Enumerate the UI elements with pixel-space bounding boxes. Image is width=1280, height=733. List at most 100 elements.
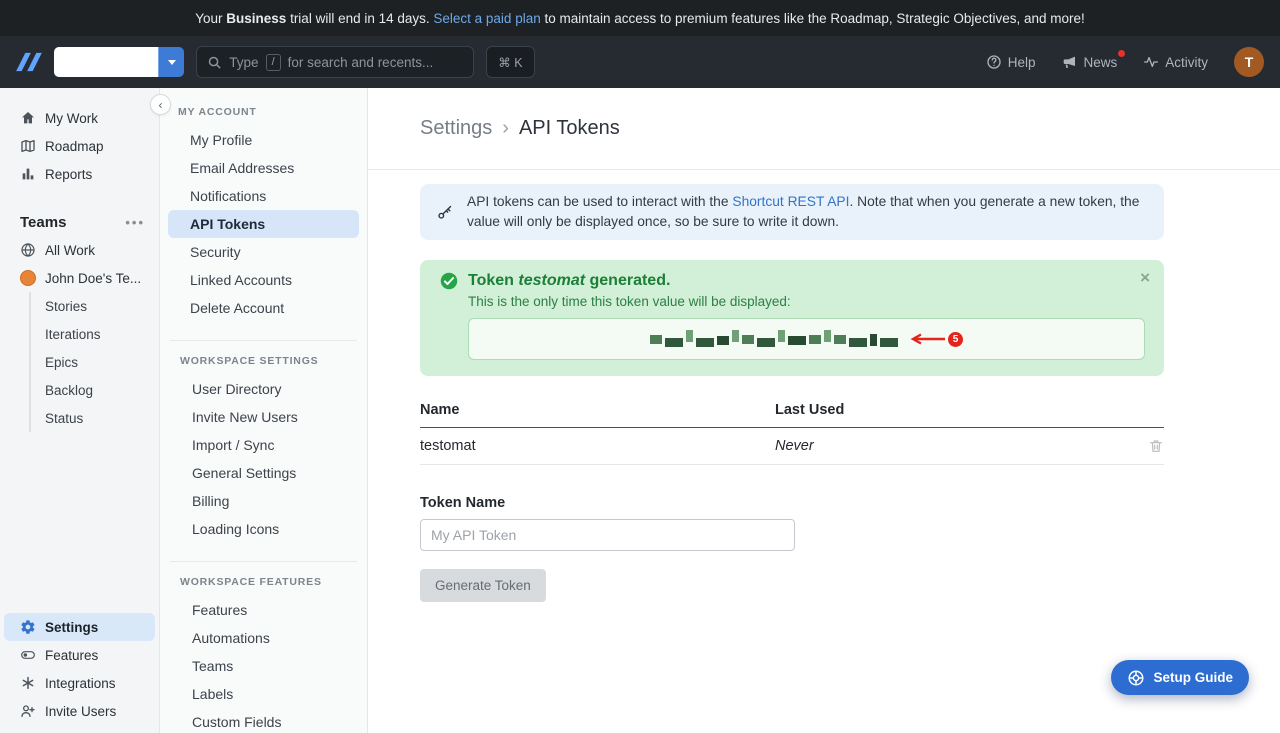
sidebar-item-backlog[interactable]: Backlog	[45, 376, 159, 404]
nav-item-label: Loading Icons	[192, 521, 279, 537]
nav-item-label: Labels	[192, 686, 233, 702]
section-title: My Account	[168, 106, 359, 126]
alert-title-suffix: generated.	[585, 272, 670, 289]
sub-item-label: Status	[45, 411, 83, 426]
sub-item-label: Backlog	[45, 383, 93, 398]
settings-nav-item-billing[interactable]: Billing	[170, 487, 357, 515]
name-column-header: Name	[420, 402, 775, 418]
close-icon[interactable]: ×	[1140, 269, 1150, 286]
breadcrumb: Settings › API Tokens	[368, 88, 1280, 170]
features-icon	[20, 647, 36, 663]
sidebar-item-epics[interactable]: Epics	[45, 348, 159, 376]
settings-nav-item-security[interactable]: Security	[168, 238, 359, 266]
select-paid-plan-link[interactable]: Select a paid plan	[433, 11, 540, 26]
search-hint-type: Type	[229, 55, 258, 70]
sidebar-item-reports[interactable]: Reports	[0, 160, 159, 188]
settings-nav-item-linked-accounts[interactable]: Linked Accounts	[168, 266, 359, 294]
sidebar-item-team-john-doe[interactable]: John Doe's Te...	[0, 264, 159, 292]
settings-nav-item-email-addresses[interactable]: Email Addresses	[168, 154, 359, 182]
settings-nav-item-invite-new-users[interactable]: Invite New Users	[170, 403, 357, 431]
last-used-column-header: Last Used	[775, 402, 1164, 418]
create-story-button[interactable]: Create Story	[54, 47, 184, 77]
news-notification-dot	[1118, 50, 1125, 57]
alert-title: Token testomat generated.	[468, 272, 670, 290]
trial-text-middle: trial will end in 14 days.	[286, 11, 433, 26]
sidebar-item-integrations[interactable]: Integrations	[0, 669, 159, 697]
token-value-strip: 5	[468, 318, 1145, 360]
sidebar-item-my-work[interactable]: My Work	[0, 104, 159, 132]
main-content: Settings › API Tokens API tokens can be …	[368, 88, 1280, 733]
sidebar-item-roadmap[interactable]: Roadmap	[0, 132, 159, 160]
create-story-label: Create Story	[54, 47, 158, 77]
sidebar-item-label: Invite Users	[45, 704, 116, 719]
nav-item-label: Invite New Users	[192, 409, 298, 425]
tokens-table-header: Name Last Used	[420, 394, 1164, 428]
primary-sidebar: My Work Roadmap Reports Teams ••• All Wo…	[0, 88, 160, 733]
search-input[interactable]: Type / for search and recents...	[196, 46, 474, 78]
activity-button[interactable]: Activity	[1143, 54, 1208, 70]
token-name-label: Token Name	[420, 495, 1164, 511]
teams-header-label: Teams	[20, 214, 66, 231]
sidebar-item-iterations[interactable]: Iterations	[45, 320, 159, 348]
help-label: Help	[1008, 55, 1036, 70]
user-plus-icon	[20, 703, 36, 719]
settings-nav-item-my-profile[interactable]: My Profile	[168, 126, 359, 154]
delete-token-button[interactable]	[1148, 438, 1164, 454]
nav-item-label: User Directory	[192, 381, 281, 397]
sidebar-item-label: John Doe's Te...	[45, 271, 141, 286]
sidebar-item-label: Roadmap	[45, 139, 104, 154]
nav-item-label: My Profile	[190, 132, 252, 148]
activity-icon	[1143, 54, 1159, 70]
setup-guide-button[interactable]: Setup Guide	[1111, 660, 1249, 695]
settings-nav-item-notifications[interactable]: Notifications	[168, 182, 359, 210]
help-button[interactable]: Help	[986, 54, 1036, 70]
sidebar-item-invite-users[interactable]: Invite Users	[0, 697, 159, 725]
settings-nav-item-general-settings[interactable]: General Settings	[170, 459, 357, 487]
table-row: testomat Never	[420, 428, 1164, 465]
team-avatar	[20, 270, 36, 286]
collapse-sidebar-button[interactable]: ‹	[150, 94, 171, 115]
nav-item-label: Billing	[192, 493, 229, 509]
setup-guide-icon	[1127, 669, 1145, 687]
user-avatar[interactable]: T	[1234, 47, 1264, 77]
alert-title-prefix: Token	[468, 272, 518, 289]
sidebar-item-all-work[interactable]: All Work	[0, 236, 159, 264]
roadmap-icon	[20, 138, 36, 154]
sidebar-item-status[interactable]: Status	[45, 404, 159, 432]
news-button[interactable]: News	[1061, 54, 1117, 70]
chevron-down-icon	[168, 60, 176, 65]
globe-icon	[20, 242, 36, 258]
breadcrumb-separator-icon: ›	[502, 117, 509, 140]
settings-nav-item-teams[interactable]: Teams	[170, 652, 357, 680]
settings-nav-item-features[interactable]: Features	[170, 596, 357, 624]
settings-nav-item-custom-fields[interactable]: Custom Fields	[170, 708, 357, 733]
generate-token-button[interactable]: Generate Token	[420, 569, 546, 602]
search-hint-rest: for search and recents...	[288, 55, 434, 70]
rest-api-link[interactable]: Shortcut REST API	[732, 194, 849, 209]
sidebar-item-settings[interactable]: Settings	[4, 613, 155, 641]
teams-options-icon[interactable]: •••	[125, 215, 145, 230]
page-title: API Tokens	[519, 117, 620, 140]
nav-item-label: Import / Sync	[192, 437, 274, 453]
nav-item-label: Email Addresses	[190, 160, 294, 176]
shortcut-logo-icon[interactable]	[16, 51, 42, 73]
settings-nav-section-workspace-features: Workspace Features Features Automations …	[170, 561, 357, 733]
section-title: Workspace Settings	[170, 355, 357, 375]
sidebar-item-features[interactable]: Features	[0, 641, 159, 669]
breadcrumb-settings[interactable]: Settings	[420, 117, 492, 140]
settings-nav-item-user-directory[interactable]: User Directory	[170, 375, 357, 403]
section-title: Workspace Features	[170, 576, 357, 596]
settings-nav-item-automations[interactable]: Automations	[170, 624, 357, 652]
create-story-dropdown[interactable]	[158, 47, 184, 77]
top-navbar: Create Story Type / for search and recen…	[0, 36, 1280, 88]
info-text-before: API tokens can be used to interact with …	[467, 194, 732, 209]
token-name-input[interactable]	[420, 519, 795, 551]
settings-nav-item-import-sync[interactable]: Import / Sync	[170, 431, 357, 459]
nav-item-label: Features	[192, 602, 247, 618]
settings-nav-item-labels[interactable]: Labels	[170, 680, 357, 708]
trial-text-prefix: Your	[195, 11, 226, 26]
settings-nav-item-api-tokens[interactable]: API Tokens	[168, 210, 359, 238]
settings-nav-item-loading-icons[interactable]: Loading Icons	[170, 515, 357, 543]
settings-nav-item-delete-account[interactable]: Delete Account	[168, 294, 359, 322]
sidebar-item-stories[interactable]: Stories	[45, 292, 159, 320]
